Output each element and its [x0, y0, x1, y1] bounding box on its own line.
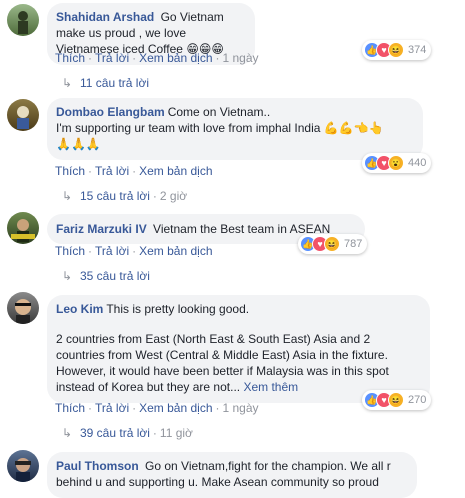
avatar-image	[17, 106, 29, 129]
reaction-count: 374	[408, 44, 427, 56]
separator: ·	[88, 51, 93, 65]
separator: ·	[215, 401, 220, 415]
separator: ·	[88, 401, 93, 415]
view-replies[interactable]: ↳ 35 câu trả lời	[62, 269, 150, 283]
reply-link[interactable]: Trả lời	[95, 51, 129, 65]
comment-text: Come on Vietnam..	[167, 105, 271, 119]
replies-time[interactable]: 2 giờ	[160, 189, 187, 203]
comment-bubble: Leo Kim This is pretty looking good. 2 co…	[47, 295, 430, 403]
comment-text: I'm supporting ur team with love from im…	[56, 121, 321, 135]
replies-count[interactable]: 11 câu trả lời	[80, 76, 149, 90]
comment-actions: Thích · Trả lời · Xem bản dịch · 1 ngày	[55, 51, 259, 65]
reply-arrow-icon: ↳	[62, 189, 73, 203]
comment-bubble: Dombao Elangbam Come on Vietnam.. I'm sup…	[47, 98, 423, 160]
commenter-name[interactable]: Dombao Elangbam	[56, 105, 165, 119]
like-link[interactable]: Thích	[55, 164, 85, 178]
view-replies[interactable]: ↳ 39 câu trả lời · 11 giờ	[62, 426, 193, 440]
separator: ·	[132, 51, 137, 65]
replies-count[interactable]: 15 câu trả lời	[80, 189, 150, 203]
timestamp[interactable]: 1 ngày	[223, 401, 259, 415]
like-link[interactable]: Thích	[55, 401, 85, 415]
comment-actions: Thích · Trả lời · Xem bản dịch · 1 ngày	[55, 401, 259, 415]
avatar[interactable]	[7, 450, 39, 482]
reaction-count: 270	[408, 394, 427, 406]
avatar[interactable]	[7, 99, 39, 131]
commenter-name[interactable]: Leo Kim	[56, 302, 103, 316]
reaction-count: 440	[408, 157, 427, 169]
separator: ·	[132, 401, 137, 415]
replies-count[interactable]: 35 câu trả lời	[80, 269, 150, 283]
emoji-pray: 🙏🙏🙏	[56, 137, 101, 151]
replies-time[interactable]: 11 giờ	[160, 426, 193, 440]
avatar-image	[18, 11, 28, 34]
reaction-count: 787	[344, 238, 363, 250]
separator: ·	[215, 51, 220, 65]
comment-text: This is pretty looking good.	[106, 302, 250, 316]
avatar-image	[11, 219, 35, 242]
commenter-name[interactable]: Paul Thomson	[56, 459, 139, 473]
comment-actions: Thích · Trả lời · Xem bản dịch	[55, 244, 213, 258]
separator: ·	[88, 164, 93, 178]
separator: ·	[132, 244, 137, 258]
translate-link[interactable]: Xem bản dịch	[139, 401, 212, 415]
comment-bubble: Paul Thomson Go on Vietnam,fight for the…	[47, 452, 417, 498]
like-link[interactable]: Thích	[55, 51, 85, 65]
reply-link[interactable]: Trả lời	[95, 244, 129, 258]
avatar[interactable]	[7, 4, 39, 36]
haha-reaction-icon: 😆	[388, 42, 404, 58]
view-replies[interactable]: ↳ 15 câu trả lời · 2 giờ	[62, 189, 187, 203]
translate-link[interactable]: Xem bản dịch	[139, 164, 212, 178]
haha-reaction-icon: 😆	[388, 392, 404, 408]
wow-reaction-icon: 😮	[388, 155, 404, 171]
commenter-name[interactable]: Shahidan Arshad	[56, 10, 154, 24]
reply-link[interactable]: Trả lời	[95, 164, 129, 178]
separator: ·	[152, 426, 157, 440]
reaction-summary[interactable]: 👍 ♥ 😮 440	[362, 153, 432, 173]
timestamp[interactable]: 1 ngày	[223, 51, 259, 65]
reaction-summary[interactable]: 👍 ♥ 😆 374	[362, 40, 432, 60]
separator: ·	[152, 189, 157, 203]
haha-reaction-icon: 😆	[324, 236, 340, 252]
comment-actions: Thích · Trả lời · Xem bản dịch	[55, 164, 213, 178]
replies-count[interactable]: 39 câu trả lời	[80, 426, 150, 440]
reply-link[interactable]: Trả lời	[95, 401, 129, 415]
comment-text: 2 countries from East (North East & Sout…	[56, 332, 389, 394]
translate-link[interactable]: Xem bản dịch	[139, 244, 212, 258]
reply-arrow-icon: ↳	[62, 76, 73, 90]
view-replies[interactable]: ↳ 11 câu trả lời	[62, 76, 149, 90]
translate-link[interactable]: Xem bản dịch	[139, 51, 212, 65]
commenter-name[interactable]: Fariz Marzuki IV	[56, 222, 147, 236]
reply-arrow-icon: ↳	[62, 426, 73, 440]
separator: ·	[132, 164, 137, 178]
avatar[interactable]	[7, 212, 39, 244]
emoji-muscle: 💪💪👈👆	[323, 121, 384, 135]
like-link[interactable]: Thích	[55, 244, 85, 258]
see-more-link[interactable]: Xem thêm	[243, 380, 298, 394]
separator: ·	[88, 244, 93, 258]
avatar[interactable]	[7, 292, 39, 324]
avatar-image	[15, 299, 31, 324]
reaction-summary[interactable]: 👍 ♥ 😆 787	[298, 234, 368, 254]
reaction-summary[interactable]: 👍 ♥ 😆 270	[362, 390, 432, 410]
reply-arrow-icon: ↳	[62, 269, 73, 283]
avatar-image	[15, 458, 31, 482]
